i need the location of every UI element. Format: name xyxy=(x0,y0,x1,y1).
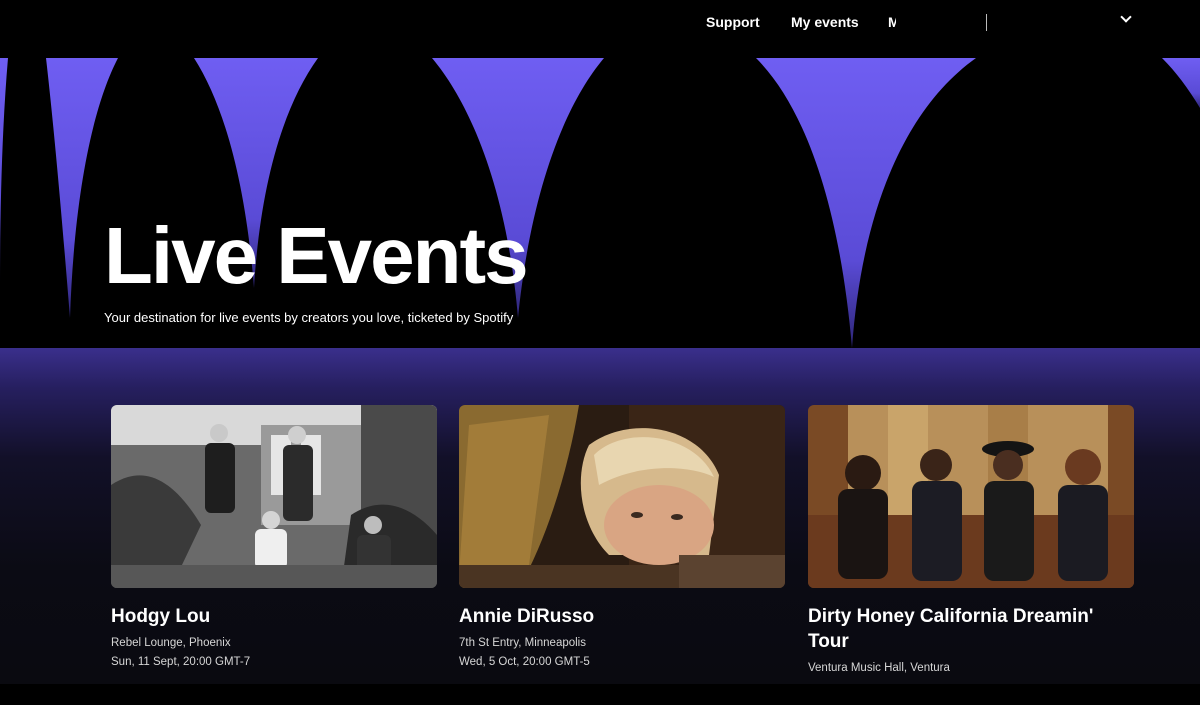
event-card[interactable]: Hodgy Lou Rebel Lounge, Phoenix Sun, 11 … xyxy=(111,405,437,705)
event-datetime: Wed, 5 Oct, 20:00 GMT-5 xyxy=(459,656,590,668)
event-name[interactable]: Dirty Honey California Dreamin' Tour xyxy=(808,604,1134,654)
hero-banner: Live Events Your destination for live ev… xyxy=(0,48,1200,348)
event-venue: Rebel Lounge, Phoenix xyxy=(111,637,231,649)
event-venue: Ventura Music Hall, Ventura xyxy=(808,662,950,674)
nav-support-link[interactable]: Support xyxy=(706,14,760,30)
event-venue: 7th St Entry, Minneapolis xyxy=(459,637,586,649)
event-name[interactable]: Hodgy Lou xyxy=(111,604,437,629)
account-menu-button[interactable] xyxy=(1016,10,1136,36)
event-image[interactable] xyxy=(808,405,1134,588)
event-datetime: Sun, 11 Sept, 20:00 GMT-7 xyxy=(111,656,251,668)
top-nav: Support My events M xyxy=(0,0,1200,48)
nav-more-link[interactable]: M xyxy=(888,14,896,30)
nav-my-events-link[interactable]: My events xyxy=(791,14,859,30)
nav-divider xyxy=(986,14,987,31)
event-card[interactable]: Dirty Honey California Dreamin' Tour Ven… xyxy=(808,405,1134,705)
event-name[interactable]: Annie DiRusso xyxy=(459,604,785,629)
event-card[interactable]: Annie DiRusso 7th St Entry, Minneapolis … xyxy=(459,405,785,705)
event-image[interactable] xyxy=(111,405,437,588)
events-section: Hodgy Lou Rebel Lounge, Phoenix Sun, 11 … xyxy=(0,348,1200,684)
event-image[interactable] xyxy=(459,405,785,588)
hero-arches-graphic xyxy=(0,58,1200,348)
page-title: Live Events xyxy=(104,211,529,300)
chevron-down-icon xyxy=(1120,11,1132,23)
page-subtitle: Your destination for live events by crea… xyxy=(104,310,514,325)
